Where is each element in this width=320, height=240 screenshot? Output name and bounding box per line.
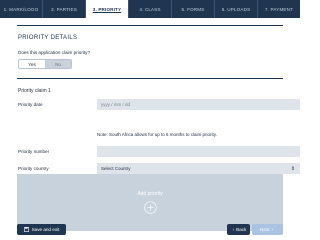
- divider: [17, 25, 283, 26]
- add-priority-label: Add priority: [137, 191, 163, 197]
- priority-form: PRIORITY DETAILS Does this application c…: [17, 18, 300, 240]
- priority-country-value: Select Country: [101, 166, 131, 171]
- claim-priority-toggle: Yes No: [18, 59, 72, 69]
- toggle-yes-button[interactable]: Yes: [19, 60, 45, 68]
- chevron-left-icon: ‹: [232, 227, 235, 232]
- save-and-exit-button[interactable]: Save and exit: [17, 224, 66, 235]
- toggle-no-button[interactable]: No: [45, 60, 71, 68]
- back-label: Back: [236, 227, 247, 232]
- tab-priority[interactable]: 3. PRIORITY: [86, 0, 129, 18]
- tab-forms[interactable]: 5. FORMS: [172, 0, 215, 18]
- next-button[interactable]: Next ›: [252, 224, 283, 235]
- tab-mark-logo[interactable]: 1. MARK/LOGO: [0, 0, 43, 18]
- priority-note: Note: South Africa allows for up to 6 mo…: [97, 132, 217, 137]
- priority-country-select[interactable]: Select Country ⇕: [97, 163, 300, 174]
- priority-country-label: Priority country: [18, 166, 49, 171]
- divider: [17, 78, 283, 79]
- save-and-exit-label: Save and exit: [31, 227, 60, 232]
- plus-circle-icon: [143, 201, 157, 214]
- priority-date-input[interactable]: yyyy / mm / dd: [97, 99, 300, 110]
- priority-date-label: Priority date: [18, 102, 43, 107]
- tab-payment[interactable]: 7. PAYMENT: [258, 0, 300, 18]
- claim-priority-question: Does this application claim priority?: [18, 50, 90, 55]
- step-tabs: 1. MARK/LOGO 2. PARTIES 3. PRIORITY 4. C…: [0, 0, 300, 18]
- footer-bar: Save and exit ‹ Back Next ›: [0, 222, 300, 240]
- tab-uploads[interactable]: 6. UPLOADS: [215, 0, 258, 18]
- section-title: PRIORITY DETAILS: [18, 35, 78, 41]
- priority-number-input[interactable]: [97, 146, 300, 157]
- save-icon: [23, 227, 29, 232]
- chevron-right-icon: ›: [271, 227, 273, 232]
- tab-class[interactable]: 4. CLASS: [129, 0, 172, 18]
- back-button[interactable]: ‹ Back: [227, 224, 250, 235]
- priority-claim-heading: Priority claim 1: [18, 88, 51, 94]
- tab-parties[interactable]: 2. PARTIES: [43, 0, 86, 18]
- next-label: Next: [260, 227, 270, 232]
- priority-number-label: Priority number: [18, 149, 50, 154]
- select-arrows-icon: ⇕: [290, 165, 295, 172]
